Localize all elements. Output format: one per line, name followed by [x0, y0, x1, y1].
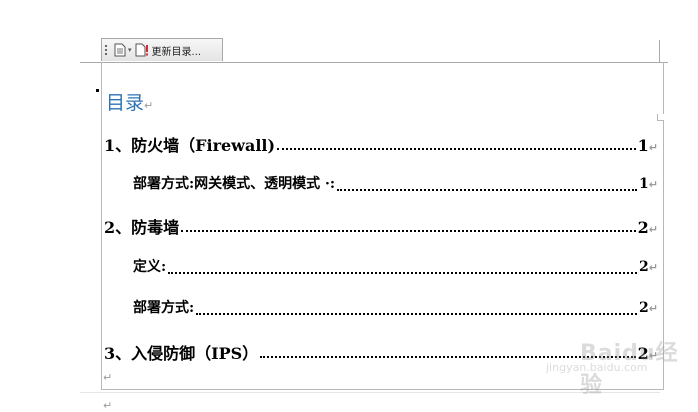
toc-entry-deploy-mode[interactable]: 部署方式:网关模式、透明模式 ·: → 1↵ — [133, 173, 658, 197]
toc-entry-page: 1 — [637, 136, 649, 155]
dot-leader: → — [181, 230, 636, 232]
toc-entry-antivirus-wall[interactable]: 2、防毒墙 → 2↵ — [104, 214, 658, 238]
watermark-url: jingyan.baidu.com — [546, 361, 648, 374]
page-margin-guide-right — [659, 40, 660, 62]
baidu-jingyan-watermark: Baidu经验 jingyan.baidu.com — [542, 335, 682, 398]
toc-content-control-toolbar[interactable]: ▾ 更新目录... — [101, 38, 223, 61]
text-cursor-anchor — [96, 89, 99, 92]
toc-entry-text: 部署方式: — [133, 300, 195, 316]
toc-entry-deploy[interactable]: 部署方式: → 2↵ — [133, 297, 658, 321]
toc-entry-page: 2 — [639, 259, 649, 275]
toc-entry-page: 2 — [637, 218, 649, 237]
toc-entry-definition[interactable]: 定义: → 2↵ — [133, 256, 658, 280]
drag-handle-icon[interactable] — [102, 39, 110, 61]
paragraph-mark: ↵ — [648, 223, 658, 236]
toc-entry-text: 2、防毒墙 — [104, 218, 180, 237]
paragraph-mark: ↵ — [648, 178, 658, 191]
toc-heading[interactable]: 目录↵ — [106, 88, 153, 115]
toc-entry-page: 2 — [639, 300, 649, 316]
paragraph-mark: ↵ — [103, 399, 113, 412]
dot-leader: → — [196, 313, 638, 315]
toc-entry-text: 3、入侵防御（IPS） — [104, 344, 259, 363]
toc-entry-text: 定义: — [133, 259, 167, 275]
toc-entry-firewall[interactable]: 1、防火墙（Firewall) → 1↵ — [104, 132, 658, 156]
chevron-down-icon[interactable]: ▾ — [128, 46, 132, 54]
toc-heading-text: 目录 — [106, 92, 145, 114]
paragraph-mark: ↵ — [103, 371, 113, 384]
toc-entry-text: 部署方式:网关模式、透明模式 ·: — [133, 176, 336, 192]
toc-entry-page: 1 — [639, 176, 649, 192]
paragraph-mark: ↵ — [648, 261, 658, 274]
update-toc-icon[interactable] — [135, 43, 149, 57]
paragraph-mark: ↵ — [648, 302, 658, 315]
paragraph-mark: ↵ — [648, 141, 658, 154]
page-margin-guide-bottom — [80, 392, 660, 393]
document-options-icon[interactable] — [114, 43, 126, 57]
paragraph-mark: ↵ — [144, 99, 154, 112]
dot-leader: → — [277, 148, 636, 150]
frame-notch — [657, 114, 664, 121]
dot-leader: → — [337, 189, 638, 191]
update-toc-button[interactable]: 更新目录... — [152, 43, 202, 58]
dot-leader: → — [168, 272, 638, 274]
toc-entry-text: 1、防火墙（Firewall) — [104, 136, 276, 155]
